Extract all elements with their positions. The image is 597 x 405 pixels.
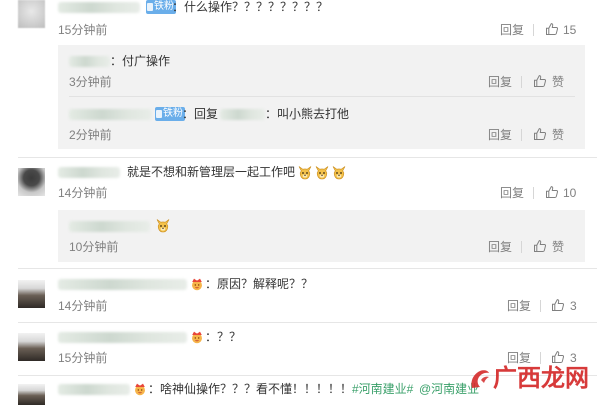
reply-button[interactable]: 回复	[488, 75, 512, 89]
action-separator	[540, 352, 541, 364]
comment-divider	[18, 157, 597, 158]
avatar[interactable]	[18, 333, 45, 361]
comment-time: 14分钟前	[58, 299, 108, 313]
comment-text: 就是不想和新管理层一起工作吧	[127, 165, 296, 179]
comment-time: 15分钟前	[58, 23, 108, 37]
iron-fan-badge: 铁粉	[155, 107, 185, 121]
reply-divider	[69, 96, 575, 97]
doge-emoji	[331, 164, 347, 180]
like-count: 3	[570, 299, 577, 313]
badge-label: 铁粉	[163, 108, 183, 119]
reply-button[interactable]: 回复	[500, 23, 524, 37]
username-blurred[interactable]	[58, 279, 187, 290]
thumb-up-icon[interactable]	[533, 74, 547, 88]
action-separator	[540, 300, 541, 312]
reply-text: ：叫小熊去打他	[265, 107, 350, 121]
reply-button[interactable]: 回复	[488, 240, 512, 254]
doge-emoji	[314, 164, 330, 180]
action-separator	[533, 187, 534, 199]
fan-badge-icon	[190, 277, 204, 291]
badge-icon	[147, 3, 153, 11]
action-separator	[521, 129, 522, 141]
comment-text: ：什么操作？？？？？？？？	[172, 0, 329, 14]
reply-time: 2分钟前	[69, 128, 112, 142]
like-count: 15	[563, 23, 577, 37]
thumb-up-icon[interactable]	[551, 350, 565, 364]
like-count: 3	[570, 351, 577, 365]
thumb-up-icon[interactable]	[545, 22, 559, 36]
doge-emoji	[155, 217, 171, 233]
thumb-up-icon[interactable]	[533, 239, 547, 253]
reply-time: 3分钟前	[69, 75, 112, 89]
topic-link[interactable]: #河南建业#	[352, 382, 413, 396]
badge-icon	[156, 110, 162, 118]
thumb-up-icon[interactable]	[545, 185, 559, 199]
like-button-label[interactable]: 赞	[552, 240, 564, 254]
reply-text: ：付广操作	[110, 54, 171, 68]
like-button-label[interactable]: 赞	[552, 128, 564, 142]
username-blurred[interactable]	[58, 167, 120, 178]
reply-button[interactable]: 回复	[507, 299, 531, 313]
comment-text: ：？？	[205, 330, 242, 344]
reply-button[interactable]: 回复	[507, 351, 531, 365]
thumb-up-icon[interactable]	[551, 298, 565, 312]
comment-time: 15分钟前	[58, 351, 108, 365]
username-blurred[interactable]	[69, 221, 150, 232]
comment-text: ：原因？解释呢？？	[205, 277, 314, 291]
doge-emoji	[297, 164, 313, 180]
action-separator	[521, 76, 522, 88]
action-separator	[521, 241, 522, 253]
comment-divider	[18, 268, 597, 269]
comment-list: 铁粉 ：什么操作？？？？？？？？ 15分钟前 回复 15 ：付广操作 3分钟前 …	[0, 0, 597, 405]
badge-label: 铁粉	[154, 1, 174, 12]
like-count: 10	[563, 186, 577, 200]
fan-badge-icon	[133, 382, 147, 396]
username-blurred[interactable]	[220, 109, 265, 120]
comment-text: ：啥神仙操作？？？看不懂！！！！！	[148, 382, 353, 396]
like-button-label[interactable]: 赞	[552, 75, 564, 89]
username-blurred[interactable]	[58, 384, 130, 395]
watermark-text: 广西龙网	[493, 365, 589, 392]
avatar[interactable]	[18, 280, 45, 308]
comment-time: 14分钟前	[58, 186, 108, 200]
username-blurred[interactable]	[58, 2, 140, 13]
reply-block	[58, 210, 585, 262]
reply-prefix: ：回复	[182, 107, 219, 121]
avatar[interactable]	[18, 384, 45, 405]
username-blurred[interactable]	[69, 109, 152, 120]
avatar[interactable]	[18, 168, 45, 196]
watermark-logo-icon	[468, 366, 492, 392]
reply-button[interactable]: 回复	[488, 128, 512, 142]
username-blurred[interactable]	[69, 56, 110, 67]
avatar[interactable]	[18, 0, 45, 28]
fan-badge-icon	[190, 330, 204, 344]
reply-button[interactable]: 回复	[500, 186, 524, 200]
action-separator	[533, 24, 534, 36]
username-blurred[interactable]	[58, 332, 187, 343]
reply-time: 10分钟前	[69, 240, 119, 254]
thumb-up-icon[interactable]	[533, 127, 547, 141]
comment-divider	[18, 322, 597, 323]
